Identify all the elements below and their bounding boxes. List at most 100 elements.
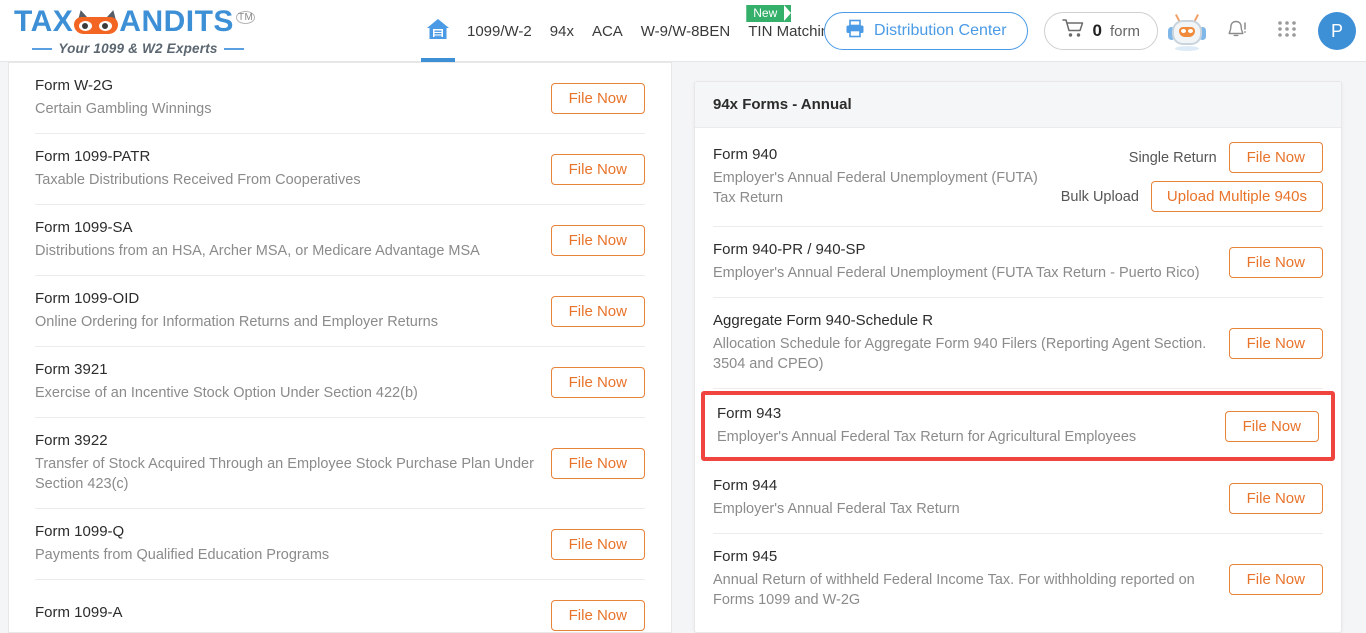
avatar-initial: P (1330, 20, 1343, 41)
form-row-945[interactable]: Form 945 Annual Return of withheld Feder… (713, 534, 1323, 624)
form-title: Form 1099-Q (35, 523, 125, 540)
form-description: Taxable Distributions Received From Coop… (35, 172, 361, 188)
form-info: Form 1099-A (35, 604, 551, 626)
forms-list-panel-right: 94x Forms - Annual Form 940 Employer's A… (694, 81, 1342, 633)
form-info: Form 3921 Exercise of an Incentive Stock… (35, 361, 551, 403)
upload-multiple-940s-button[interactable]: Upload Multiple 940s (1150, 181, 1323, 212)
file-now-button[interactable]: File Now (550, 82, 645, 114)
form-description: Allocation Schedule for Aggregate Form 9… (713, 336, 1207, 372)
form-row-940-schedule-r[interactable]: Aggregate Form 940-Schedule R Allocation… (713, 298, 1323, 389)
form-description: Distributions from an HSA, Archer MSA, o… (35, 243, 480, 259)
shopping-cart-icon (1061, 18, 1085, 44)
file-now-button[interactable]: File Now (550, 447, 645, 479)
form-description: Annual Return of withheld Federal Income… (713, 572, 1195, 608)
nav-item-94x[interactable]: 94x (541, 0, 583, 62)
logo-text-before: TAX (14, 5, 74, 38)
form-row-943[interactable]: Form 943 Employer's Annual Federal Tax R… (701, 391, 1335, 461)
active-tab-indicator (421, 58, 455, 62)
file-now-button[interactable]: File Now (1228, 246, 1323, 278)
nav-item-1099-w2[interactable]: 1099/W-2 (458, 0, 541, 62)
form-description: Transfer of Stock Acquired Through an Em… (35, 456, 534, 492)
form-info: Form 943 Employer's Annual Federal Tax R… (717, 405, 1225, 447)
form-description: Payments from Qualified Education Progra… (35, 547, 330, 563)
form-row-1099-patr[interactable]: Form 1099-PATR Taxable Distributions Rec… (35, 134, 645, 205)
form-row-3921[interactable]: Form 3921 Exercise of an Incentive Stock… (35, 347, 645, 418)
bot-assistant-button[interactable] (1166, 10, 1208, 52)
logo-text-after: ANDITS (119, 5, 234, 38)
app-logo[interactable]: TAX ANDITS TM Your 1099 & W2 Experts (14, 5, 256, 56)
distribution-center-button[interactable]: Distribution Center (824, 12, 1028, 50)
nav-home-tab[interactable] (418, 0, 458, 62)
right-panel-heading: 94x Forms - Annual (695, 82, 1341, 128)
form-title: Form 1099-A (35, 604, 123, 621)
form-description: Exercise of an Incentive Stock Option Un… (35, 385, 418, 401)
trademark-symbol: TM (235, 11, 256, 24)
form-row-1099-q[interactable]: Form 1099-Q Payments from Qualified Educ… (35, 509, 645, 580)
form-title: Form 1099-OID (35, 290, 140, 307)
form-actions: File Now (550, 82, 645, 114)
file-now-button[interactable]: File Now (550, 528, 645, 560)
nav-label: 94x (549, 22, 574, 40)
form-actions: File Now (1228, 563, 1323, 595)
form-actions: File Now (1228, 327, 1323, 359)
bandit-mask-icon (72, 8, 120, 35)
form-row-940-pr-sp[interactable]: Form 940-PR / 940-SP Employer's Annual F… (713, 227, 1323, 298)
form-actions: File Now (1228, 246, 1323, 278)
form-info: Form 945 Annual Return of withheld Feder… (713, 548, 1229, 610)
form-info: Form 3922 Transfer of Stock Acquired Thr… (35, 432, 551, 494)
form-row-1099-a[interactable]: Form 1099-A File Now (35, 580, 645, 632)
form-title: Aggregate Form 940-Schedule R (713, 312, 934, 329)
nav-label: ACA (591, 22, 623, 40)
forms-list-panel-left: Form W-2G Certain Gambling Winnings File… (8, 62, 672, 633)
nav-label: W-9/W-8BEN (640, 22, 731, 40)
form-row-1099-sa[interactable]: Form 1099-SA Distributions from an HSA, … (35, 205, 645, 276)
form-info: Form W-2G Certain Gambling Winnings (35, 77, 551, 119)
form-row-3922[interactable]: Form 3922 Transfer of Stock Acquired Thr… (35, 418, 645, 509)
file-now-button[interactable]: File Now (550, 366, 645, 398)
bulk-upload-label: Bulk Upload (1060, 188, 1139, 205)
file-now-button[interactable]: File Now (550, 224, 645, 256)
form-actions: File Now (550, 528, 645, 560)
form-description: Employer's Annual Federal Tax Return (713, 501, 960, 517)
form-row-w2g[interactable]: Form W-2G Certain Gambling Winnings File… (35, 63, 645, 134)
form-row-940[interactable]: Form 940 Employer's Annual Federal Unemp… (713, 128, 1323, 227)
nav-item-aca[interactable]: ACA (583, 0, 632, 62)
form-info: Form 1099-SA Distributions from an HSA, … (35, 219, 551, 261)
form-title: Form 1099-PATR (35, 148, 151, 165)
form-actions: File Now (1228, 482, 1323, 514)
file-now-button[interactable]: File Now (550, 599, 645, 631)
file-now-button[interactable]: File Now (550, 153, 645, 185)
form-title: Form 945 (713, 548, 778, 565)
file-now-button[interactable]: File Now (550, 295, 645, 327)
form-title: Form 943 (717, 405, 782, 422)
form-row-1099-oid[interactable]: Form 1099-OID Online Ordering for Inform… (35, 276, 645, 347)
form-info: Form 940 Employer's Annual Federal Unemp… (713, 146, 1061, 208)
form-title: Form 940-PR / 940-SP (713, 241, 866, 258)
file-now-button[interactable]: File Now (1228, 142, 1323, 173)
bot-assistant-icon (1168, 14, 1206, 51)
file-now-button[interactable]: File Now (1228, 563, 1323, 595)
bulk-upload-action: Bulk Upload Upload Multiple 940s (1061, 181, 1323, 212)
nav-item-w9-w8ben[interactable]: W-9/W-8BEN (632, 0, 739, 62)
file-now-button[interactable]: File Now (1228, 482, 1323, 514)
file-now-button[interactable]: File Now (1224, 410, 1319, 442)
home-icon (425, 17, 451, 46)
form-info: Aggregate Form 940-Schedule R Allocation… (713, 312, 1229, 374)
right-forms-list: Form 940 Employer's Annual Federal Unemp… (695, 128, 1341, 624)
form-description: Employer's Annual Federal Tax Return for… (717, 429, 1137, 445)
cart-button[interactable]: 0 form (1043, 12, 1158, 50)
form-actions: File Now (550, 295, 645, 327)
tagline-rule-right (223, 47, 244, 50)
notifications-button[interactable] (1216, 10, 1258, 52)
apps-menu-button[interactable] (1266, 10, 1308, 52)
form-info: Form 940-PR / 940-SP Employer's Annual F… (713, 241, 1229, 283)
form-description: Employer's Annual Federal Unemployment (… (713, 265, 1200, 281)
file-now-button[interactable]: File Now (1228, 327, 1323, 359)
single-return-label: Single Return (1128, 149, 1217, 166)
notification-bell-icon (1225, 17, 1249, 46)
tagline-text: Your 1099 & W2 Experts (58, 41, 218, 56)
left-panel-scrollbar[interactable] (663, 63, 670, 632)
user-avatar[interactable]: P (1318, 12, 1356, 50)
main-stage: Form W-2G Certain Gambling Winnings File… (0, 62, 1366, 633)
form-row-944[interactable]: Form 944 Employer's Annual Federal Tax R… (713, 463, 1323, 534)
